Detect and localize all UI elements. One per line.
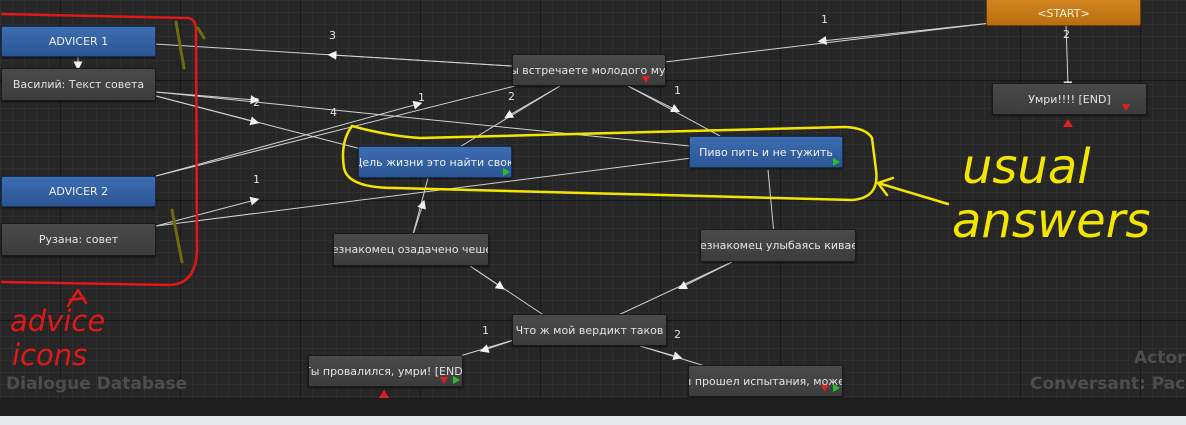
dialogue-graph-canvas[interactable]: 1 2 3 2 4 1 2 1 1 1 2 Dialogue Database …: [0, 0, 1186, 398]
advice-icons-annotation-line1: advice: [10, 304, 106, 338]
advice-icons-annotation-line2: icons: [12, 338, 88, 372]
yellow-annotation-outline: [341, 124, 878, 202]
canvas-bottom-bar: [0, 398, 1186, 416]
red-annotation-outline: [0, 12, 199, 287]
status-strip: [0, 416, 1186, 425]
usual-answers-annotation-line1: usual: [962, 139, 1091, 195]
dark-yellow-annotation-mark: [170, 20, 206, 264]
usual-answers-annotation-line2: answers: [952, 193, 1151, 249]
yellow-annotation-arrow: [876, 176, 950, 206]
